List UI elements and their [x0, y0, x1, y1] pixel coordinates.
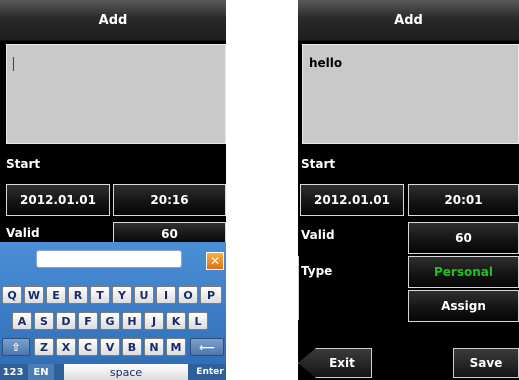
close-icon: ✕ [209, 254, 221, 268]
backspace-key[interactable]: ⟵ [190, 338, 224, 356]
message-textarea[interactable]: hello [302, 44, 519, 144]
valid-value-button[interactable]: 60 [408, 222, 519, 254]
key-y[interactable]: Y [112, 286, 132, 304]
key-f[interactable]: F [78, 312, 98, 330]
message-textarea[interactable] [6, 44, 226, 144]
type-value-button[interactable]: Personal [408, 256, 519, 288]
right-screen: Add hello Start 2012.01.01 20:01 Valid 6… [298, 0, 519, 380]
key-h[interactable]: H [122, 312, 142, 330]
start-date-text: 2012.01.01 [314, 193, 390, 207]
exit-button-label: Exit [329, 356, 355, 370]
key-m[interactable]: M [166, 338, 186, 356]
key-j[interactable]: J [144, 312, 164, 330]
start-time-text: 20:01 [444, 193, 483, 207]
start-time-button[interactable]: 20:16 [113, 184, 226, 216]
numeric-mode-key[interactable]: 123 [0, 364, 26, 380]
text-caret [13, 57, 14, 71]
key-b[interactable]: B [122, 338, 142, 356]
shift-icon: ⇧ [11, 340, 21, 354]
key-l[interactable]: L [188, 312, 208, 330]
key-i[interactable]: I [156, 286, 176, 304]
start-date-text: 2012.01.01 [20, 193, 96, 207]
page-title: Add [394, 12, 423, 28]
key-k[interactable]: K [166, 312, 186, 330]
save-button-label: Save [469, 356, 503, 370]
key-r[interactable]: R [68, 286, 88, 304]
space-key[interactable]: space [64, 364, 188, 380]
enter-key[interactable]: Enter [194, 364, 226, 380]
language-key[interactable]: EN [28, 364, 54, 380]
key-q[interactable]: Q [2, 286, 22, 304]
key-x[interactable]: X [56, 338, 76, 356]
key-e[interactable]: E [46, 286, 66, 304]
assign-button[interactable]: Assign [408, 290, 519, 322]
bottom-bar: Exit Save [298, 344, 519, 380]
key-z[interactable]: Z [34, 338, 54, 356]
type-value-text: Personal [434, 265, 493, 279]
key-c[interactable]: C [78, 338, 98, 356]
title-bar: Add [298, 0, 519, 41]
key-u[interactable]: U [134, 286, 154, 304]
start-time-button[interactable]: 20:01 [408, 184, 519, 216]
keyboard-bottom-row: 123 EN space Enter [0, 364, 226, 380]
save-button[interactable]: Save [453, 348, 519, 378]
valid-label: Valid [301, 228, 335, 242]
start-time-text: 20:16 [150, 193, 189, 207]
key-a[interactable]: A [12, 312, 32, 330]
exit-button[interactable]: Exit [298, 348, 372, 378]
onscreen-keyboard: ✕ Q W E R T Y U I O P A S D F G H J K L … [0, 242, 226, 380]
key-d[interactable]: D [56, 312, 76, 330]
key-p[interactable]: P [200, 286, 222, 304]
backspace-icon: ⟵ [199, 340, 215, 354]
title-bar: Add [0, 0, 226, 41]
left-edge-border [298, 256, 302, 320]
key-n[interactable]: N [144, 338, 164, 356]
page-title: Add [98, 12, 128, 28]
assign-button-label: Assign [441, 299, 486, 313]
start-label: Start [6, 157, 41, 171]
valid-value-text: 60 [455, 231, 472, 245]
shift-key[interactable]: ⇧ [2, 338, 30, 356]
key-s[interactable]: S [34, 312, 54, 330]
key-t[interactable]: T [90, 286, 110, 304]
type-label: Type [301, 264, 333, 278]
key-v[interactable]: V [100, 338, 120, 356]
key-o[interactable]: O [178, 286, 198, 304]
key-g[interactable]: G [100, 312, 120, 330]
left-screen: Add Start 2012.01.01 20:16 Valid 60 ✕ Q … [0, 0, 226, 380]
start-date-button[interactable]: 2012.01.01 [300, 184, 404, 216]
start-label: Start [301, 157, 336, 171]
keyboard-input-field[interactable] [36, 250, 182, 268]
valid-value-text: 60 [161, 227, 178, 241]
message-text: hello [309, 56, 343, 70]
start-date-button[interactable]: 2012.01.01 [6, 184, 110, 216]
keyboard-close-button[interactable]: ✕ [206, 252, 224, 270]
valid-label: Valid [6, 226, 40, 240]
key-w[interactable]: W [24, 286, 44, 304]
